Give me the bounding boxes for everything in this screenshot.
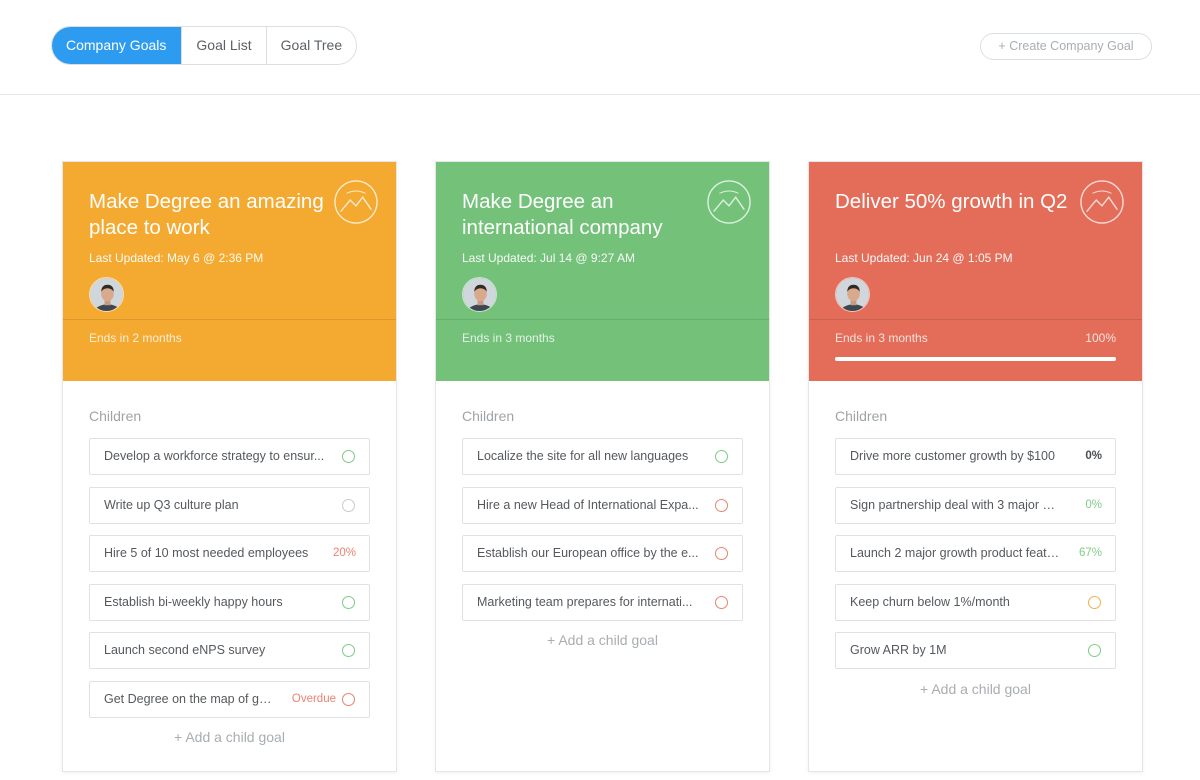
child-goal-title: Establish bi-weekly happy hours — [104, 594, 283, 609]
header-divider — [809, 319, 1142, 320]
child-goal-item[interactable]: Sign partnership deal with 3 major me...… — [835, 486, 1116, 524]
child-goal-item[interactable]: Keep churn below 1%/month — [835, 583, 1116, 621]
status-circle-icon — [342, 450, 355, 463]
goal-card-header[interactable]: Make Degree an international company Last… — [436, 162, 769, 381]
status-circle-icon — [715, 547, 728, 560]
child-goal-status: 67% — [1078, 547, 1102, 559]
child-goal-title: Hire 5 of 10 most needed employees — [104, 546, 309, 560]
goal-card-body: Children Develop a workforce strategy to … — [63, 381, 396, 745]
tab-company-goals[interactable]: Company Goals — [52, 27, 182, 64]
children-label: Children — [462, 408, 515, 424]
child-goal-status: 20% — [332, 547, 356, 559]
child-goal-item[interactable]: Launch second eNPS survey — [89, 632, 370, 669]
goal-card: Deliver 50% growth in Q2 Last Updated: Ju… — [808, 161, 1143, 772]
progress-fill — [835, 357, 1116, 361]
child-goal-item[interactable]: Establish bi-weekly happy hours — [89, 583, 370, 621]
child-goal-title: Get Degree on the map of go... — [104, 691, 274, 706]
child-goal-item[interactable]: Hire a new Head of International Expa... — [462, 486, 743, 524]
child-goal-item[interactable]: Get Degree on the map of go... Overdue — [89, 680, 370, 718]
status-circle-icon — [342, 498, 355, 512]
child-goal-title: Establish our European office by the e..… — [477, 546, 699, 560]
ends-in: Ends in 3 months — [462, 331, 555, 345]
ends-in: Ends in 2 months — [89, 331, 182, 345]
header-divider — [436, 319, 769, 320]
progress-percent: 100% — [1085, 331, 1116, 345]
child-goal-title: Launch second eNPS survey — [104, 643, 266, 657]
top-bar: Company Goals Goal List Goal Tree + Crea… — [0, 0, 1200, 95]
child-goal-item[interactable]: Hire 5 of 10 most needed employees 20% — [89, 535, 370, 572]
status-circle-icon — [342, 644, 355, 657]
add-child-goal-link[interactable]: + Add a child goal — [462, 632, 743, 648]
child-goal-item[interactable]: Launch 2 major growth product featu... 67… — [835, 535, 1116, 572]
child-goal-title: Sign partnership deal with 3 major me... — [850, 497, 1063, 512]
company-goal-emblem-icon — [706, 179, 752, 225]
status-circle-icon — [715, 450, 728, 463]
add-child-goal-link[interactable]: + Add a child goal — [835, 681, 1116, 697]
child-goal-item[interactable]: Grow ARR by 1M — [835, 632, 1116, 669]
company-goal-emblem-icon — [333, 179, 379, 225]
child-goal-status: Overdue — [291, 692, 336, 705]
last-updated: Last Updated: Jun 24 @ 1:05 PM — [835, 251, 1013, 265]
goal-title[interactable]: Make Degree an international company — [462, 189, 702, 241]
status-circle-icon — [342, 692, 355, 706]
company-goal-emblem-icon — [1079, 179, 1125, 225]
child-goal-title: Localize the site for all new languages — [477, 449, 689, 463]
goal-card: Make Degree an amazing place to work Last… — [62, 161, 397, 772]
last-updated: Last Updated: Jul 14 @ 9:27 AM — [462, 251, 635, 265]
tab-goal-tree[interactable]: Goal Tree — [265, 27, 356, 64]
child-goal-title: Marketing team prepares for internati... — [477, 594, 693, 609]
child-goal-status: 0% — [1085, 498, 1102, 511]
goal-title[interactable]: Make Degree an amazing place to work — [89, 189, 329, 241]
status-circle-icon — [342, 595, 355, 609]
child-goal-title: Drive more customer growth by $100 — [850, 449, 1055, 463]
create-company-goal-button[interactable]: + Create Company Goal — [980, 33, 1152, 60]
status-circle-icon — [715, 595, 728, 609]
owner-avatar[interactable] — [462, 277, 497, 312]
child-goal-title: Grow ARR by 1M — [850, 643, 947, 657]
goal-card-body: Children Drive more customer growth by $1… — [809, 381, 1142, 697]
child-goal-item[interactable]: Write up Q3 culture plan — [89, 486, 370, 524]
goal-card-header[interactable]: Make Degree an amazing place to work Last… — [63, 162, 396, 381]
child-goal-title: Write up Q3 culture plan — [104, 497, 239, 512]
goal-card: Make Degree an international company Last… — [435, 161, 770, 772]
child-goal-item[interactable]: Establish our European office by the e..… — [462, 535, 743, 572]
owner-avatar[interactable] — [89, 277, 124, 312]
child-goal-item[interactable]: Marketing team prepares for internati... — [462, 583, 743, 621]
child-goal-title: Launch 2 major growth product featu... — [850, 546, 1063, 560]
goal-title[interactable]: Deliver 50% growth in Q2 — [835, 189, 1075, 215]
child-goal-item[interactable]: Develop a workforce strategy to ensur... — [89, 438, 370, 475]
goal-card-header[interactable]: Deliver 50% growth in Q2 Last Updated: Ju… — [809, 162, 1142, 381]
status-circle-icon — [715, 498, 728, 512]
status-circle-icon — [1088, 644, 1101, 657]
child-goal-title: Keep churn below 1%/month — [850, 594, 1010, 609]
goal-card-body: Children Localize the site for all new la… — [436, 381, 769, 648]
view-tabs: Company Goals Goal List Goal Tree — [51, 26, 358, 65]
owner-avatar[interactable] — [835, 277, 870, 312]
children-label: Children — [835, 408, 888, 424]
child-goal-status: 0% — [1085, 450, 1102, 462]
child-goal-item[interactable]: Drive more customer growth by $100 0% — [835, 438, 1116, 475]
child-goal-title: Hire a new Head of International Expa... — [477, 497, 699, 512]
status-circle-icon — [1088, 595, 1101, 609]
progress-bar — [835, 357, 1116, 361]
add-child-goal-link[interactable]: + Add a child goal — [89, 729, 370, 745]
child-goal-title: Develop a workforce strategy to ensur... — [104, 449, 325, 463]
ends-in: Ends in 3 months — [835, 331, 928, 345]
child-goal-item[interactable]: Localize the site for all new languages — [462, 438, 743, 475]
tab-goal-list[interactable]: Goal List — [181, 27, 265, 64]
last-updated: Last Updated: May 6 @ 2:36 PM — [89, 251, 264, 265]
children-label: Children — [89, 408, 142, 424]
header-divider — [63, 319, 396, 320]
